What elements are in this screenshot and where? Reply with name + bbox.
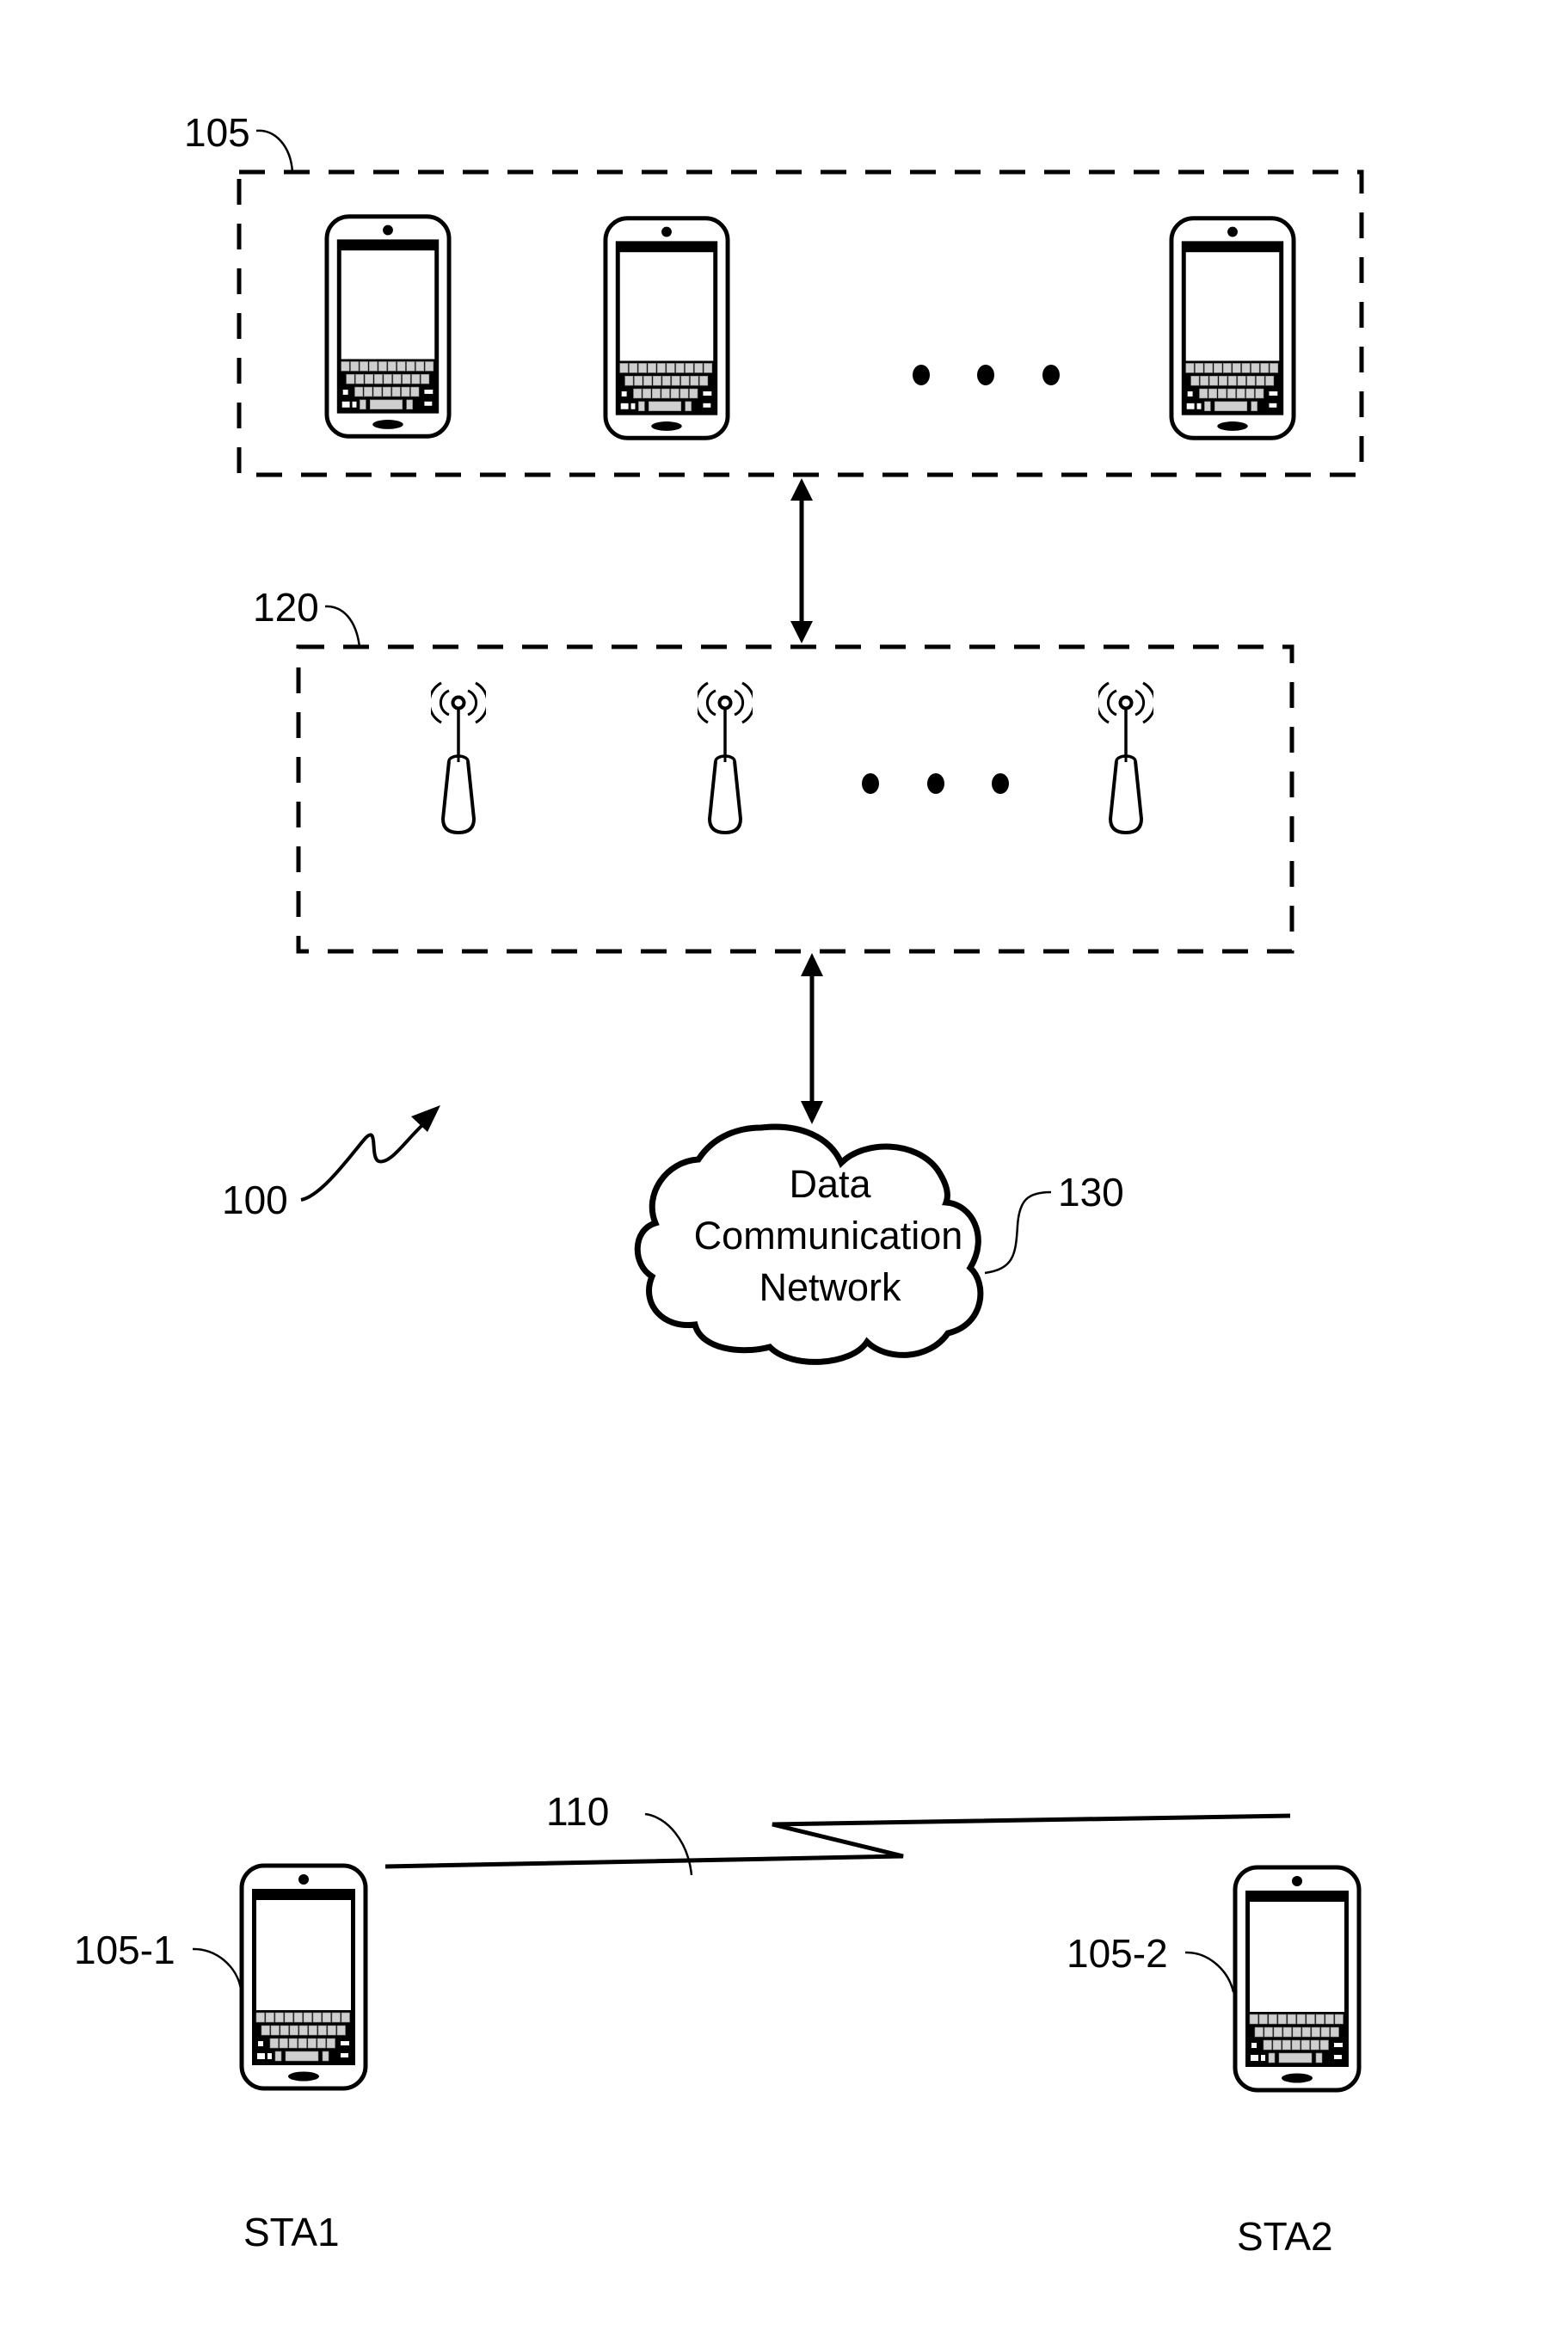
system-squiggle-line: [300, 1116, 432, 1202]
arrowhead-icon: [801, 953, 823, 976]
wireless-lightning-link: [384, 1813, 1291, 1869]
wireless-antenna-icon: [698, 681, 753, 834]
ellipsis-icon: [862, 773, 1009, 794]
devices-group-leader-line: [255, 129, 294, 173]
arrowhead-icon: [790, 478, 813, 501]
station-2-ref-label: 105-2: [1067, 1931, 1168, 1976]
network-ref-label: 130: [1058, 1170, 1124, 1215]
smartphone-icon: [327, 217, 449, 437]
station-1-ref-label: 105-1: [74, 1928, 175, 1972]
wireless-antenna-icon: [431, 681, 486, 834]
network-label-line-2: Communication: [694, 1214, 963, 1258]
smartphone-icon-sta1: [242, 1866, 366, 2088]
station-2-name: STA2: [1237, 2214, 1333, 2259]
access-points-group-leader-line: [324, 605, 361, 648]
station-1-name: STA1: [243, 2210, 340, 2254]
network-leader-line: [984, 1190, 1052, 1275]
ellipsis-icon: [913, 365, 1060, 385]
devices-group-ref-label: 105: [184, 110, 250, 155]
network-diagram: 105 120 Data Communication Network 130 1…: [74, 110, 1364, 2259]
network-label-line-3: Network: [759, 1265, 901, 1309]
arrowhead-icon: [801, 1101, 823, 1124]
direct-link-ref-label: 110: [546, 1789, 609, 1834]
access-points-group-ref-label: 120: [253, 585, 319, 630]
system-ref-label: 100: [222, 1178, 288, 1222]
smartphone-icon: [1171, 218, 1294, 439]
smartphone-icon-sta2: [1235, 1867, 1359, 2090]
smartphone-icon: [606, 218, 728, 439]
network-label-line-1: Data: [789, 1162, 871, 1206]
station-1-leader-line: [192, 1947, 243, 1990]
arrowhead-icon: [411, 1105, 440, 1132]
wireless-antenna-icon: [1098, 681, 1153, 834]
station-2-leader-line: [1184, 1951, 1235, 1993]
direct-link-leader-line: [644, 1812, 693, 1876]
arrowhead-icon: [790, 621, 813, 643]
